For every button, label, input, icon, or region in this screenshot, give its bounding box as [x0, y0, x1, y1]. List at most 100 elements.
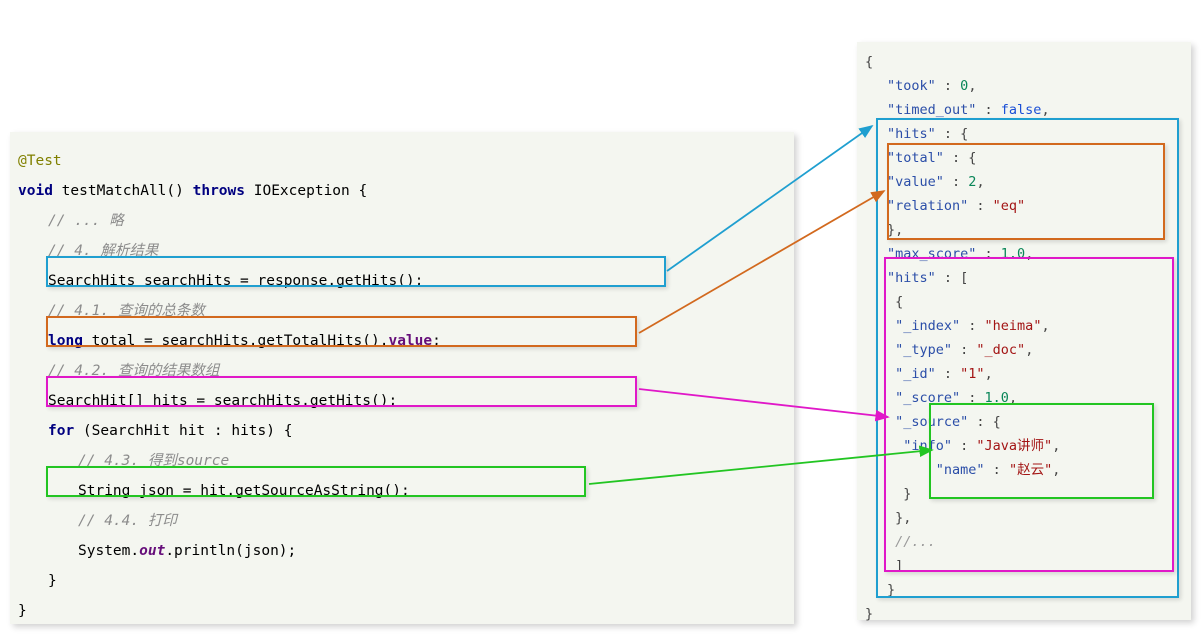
token: ]: [887, 558, 904, 574]
token: ,: [1025, 246, 1034, 262]
code-line: SearchHit[] hits = searchHits.getHits();: [10, 386, 794, 416]
token: // 4.2. 查询的结果数组: [48, 363, 220, 379]
code-editor-panel: @Test void testMatchAll() throws IOExcept…: [10, 132, 794, 624]
token: :: [976, 246, 1001, 262]
token: ,: [1052, 438, 1061, 454]
json-line: }: [857, 602, 1191, 626]
token: ,: [1041, 318, 1050, 334]
json-line: }: [857, 482, 1191, 506]
code-line: // 4.4. 打印: [10, 506, 794, 536]
json-line: "relation" : "eq": [857, 194, 1191, 218]
token: void: [18, 183, 53, 199]
token: "heima": [984, 318, 1042, 334]
token: SearchHits searchHits = response.getHits…: [48, 273, 424, 289]
json-line: "_source" : {: [857, 410, 1191, 434]
token: // 4. 解析结果: [48, 243, 159, 259]
token: }: [48, 573, 57, 589]
json-line: "hits" : [: [857, 266, 1191, 290]
json-line: "took" : 0,: [857, 74, 1191, 98]
token: value: [388, 333, 433, 349]
code-line: // 4.3. 得到source: [10, 446, 794, 476]
token: "hits": [887, 126, 936, 142]
token: "_index": [887, 318, 961, 334]
token: }: [887, 582, 896, 598]
json-line: {: [857, 290, 1191, 314]
token: "_type": [887, 342, 953, 358]
token: (SearchHit hit : hits) {: [74, 423, 293, 439]
code-line: }: [10, 566, 794, 596]
token: "eq": [992, 198, 1026, 214]
token: false: [1000, 102, 1042, 118]
token: ,: [1008, 390, 1018, 406]
token: out: [139, 543, 166, 559]
code-line: // ... 略: [10, 206, 794, 236]
token: :: [952, 342, 977, 358]
token: "max_score": [887, 246, 977, 262]
token: "info": [887, 438, 953, 454]
token: // 4.4. 打印: [78, 513, 177, 529]
token: 1.0: [984, 390, 1009, 406]
json-line: ]: [857, 554, 1191, 578]
json-line: "_score" : 1.0,: [857, 386, 1191, 410]
token: String json = hit.getSourceAsString();: [78, 483, 410, 499]
json-lines: {"took" : 0, "timed_out" : false, "hits" :…: [857, 50, 1191, 626]
token: long: [48, 333, 83, 349]
token: :: [935, 366, 961, 382]
token: : {: [943, 150, 977, 166]
token: System.: [78, 543, 140, 559]
token: // ... 略: [48, 213, 124, 229]
json-line: }: [857, 578, 1191, 602]
token: {: [887, 294, 904, 310]
code-line: for (SearchHit hit : hits) {: [10, 416, 794, 446]
code-line: @Test: [10, 146, 794, 176]
token: :: [968, 198, 993, 214]
token: ,: [968, 78, 977, 94]
token: for: [48, 423, 75, 439]
token: // 4.1. 查询的总条数: [48, 303, 205, 319]
token: "relation": [887, 198, 969, 214]
token: }: [887, 486, 912, 502]
code-lines: @Test void testMatchAll() throws IOExcept…: [10, 146, 794, 626]
token: "赵云": [1008, 462, 1053, 478]
json-result-panel: {"took" : 0, "timed_out" : false, "hits" :…: [857, 42, 1191, 622]
json-line: "value" : 2,: [857, 170, 1191, 194]
json-line: "timed_out" : false,: [857, 98, 1191, 122]
token: IOException {: [245, 183, 368, 199]
token: ,: [1025, 342, 1034, 358]
token: // 4.3. 得到source: [78, 453, 230, 469]
token: total = searchHits.getTotalHits().: [82, 333, 389, 349]
json-line: "_id" : "1",: [857, 362, 1191, 386]
token: }: [18, 603, 27, 619]
token: ,: [984, 366, 993, 382]
token: : {: [935, 126, 969, 142]
token: "timed_out": [887, 102, 977, 118]
json-line: "max_score" : 1.0,: [857, 242, 1191, 266]
token: ,: [1041, 102, 1050, 118]
token: "_score": [887, 390, 961, 406]
token: :: [943, 174, 969, 190]
json-line: "info" : "Java讲师",: [857, 434, 1191, 458]
token: },: [887, 510, 912, 526]
code-line: String json = hit.getSourceAsString();: [10, 476, 794, 506]
json-line: "name" : "赵云",: [857, 458, 1191, 482]
token: "value": [887, 174, 944, 190]
json-line: {: [857, 50, 1191, 74]
token: "total": [887, 150, 944, 166]
token: :: [960, 318, 985, 334]
json-line: },: [857, 506, 1191, 530]
token: :: [960, 390, 985, 406]
code-line: // 4.2. 查询的结果数组: [10, 356, 794, 386]
token: {: [865, 54, 874, 70]
json-line: },: [857, 218, 1191, 242]
token: "_id": [887, 366, 936, 382]
token: :: [976, 102, 1001, 118]
code-line: // 4.1. 查询的总条数: [10, 296, 794, 326]
code-line: void testMatchAll() throws IOException {: [10, 176, 794, 206]
code-line: }: [10, 596, 794, 626]
token: },: [887, 222, 904, 238]
token: "name": [887, 462, 985, 478]
token: SearchHit[] hits = searchHits.getHits();: [48, 393, 398, 409]
token: "took": [887, 78, 936, 94]
token: :: [952, 438, 977, 454]
code-line: SearchHits searchHits = response.getHits…: [10, 266, 794, 296]
